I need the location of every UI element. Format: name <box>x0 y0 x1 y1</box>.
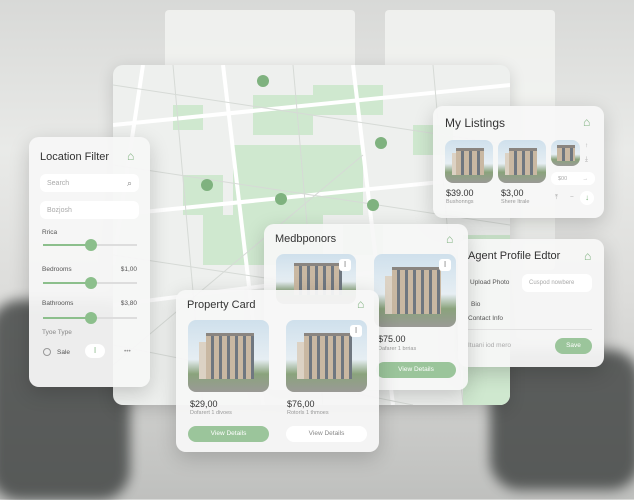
property-image[interactable] <box>188 320 269 392</box>
home-icon[interactable]: ⌂ <box>357 298 369 310</box>
price-slider[interactable] <box>43 239 137 251</box>
listing-price: $39.00 <box>446 188 474 198</box>
listing-image[interactable] <box>551 140 580 166</box>
contact-info-label: Contact Info <box>468 315 504 322</box>
save-button[interactable]: Save <box>555 338 592 354</box>
slider-handle[interactable] <box>85 277 97 289</box>
property-subtitle: Dofarert 1 divoes <box>190 410 232 416</box>
home-icon[interactable]: ⌂ <box>127 150 139 162</box>
sale-label: Sale <box>57 349 71 356</box>
bookmark-icon[interactable]: ǀ <box>339 259 351 271</box>
property-price: $75.00 <box>378 334 406 344</box>
upload-photo-input[interactable]: Cuspod nowbere <box>522 274 592 292</box>
property-price: $29,00 <box>190 399 218 409</box>
minus-icon[interactable]: − <box>570 194 574 201</box>
panel-title: Location Filter <box>40 151 110 163</box>
divider <box>468 329 592 330</box>
footer-text: Ituani iod mero <box>468 342 511 349</box>
home-icon[interactable]: ⌂ <box>584 250 596 262</box>
property-image[interactable]: ǀ <box>286 320 367 392</box>
location-filter-panel: Location Filter ⌂ Search ⌕ Bozjosh Rrica … <box>29 137 150 387</box>
panel-title: Agent Profile Edtor <box>468 250 561 262</box>
agent-profile-panel: Agent Profile Edtor ⌂ Upload Photo Cuspo… <box>458 239 604 367</box>
bookmark-icon[interactable]: ǀ <box>439 259 451 271</box>
my-listings-panel: My Listings ⌂ ↑ ⤓ $00 → $39.00 Bushonngs … <box>433 106 604 218</box>
price-label: Rrica <box>42 229 58 236</box>
property-subtitle: Dafarer 1 brrias <box>378 346 417 352</box>
more-button[interactable]: ••• <box>124 348 131 355</box>
listing-image[interactable] <box>445 140 493 183</box>
property-card-panel: Property Card ⌂ ǀ $29,00 Dofarert 1 divo… <box>176 290 379 452</box>
view-details-button[interactable]: View Details <box>376 362 456 378</box>
panel-title: Medbponors <box>275 233 337 245</box>
search-input[interactable]: Search ⌕ <box>40 174 139 192</box>
view-details-button[interactable]: View Details <box>188 426 269 442</box>
bedrooms-slider[interactable] <box>43 277 137 289</box>
upload-icon[interactable]: ⤒ <box>555 194 558 202</box>
type-toggle[interactable]: ǀ <box>85 344 105 358</box>
bedrooms-label: Bedrooms <box>42 266 72 273</box>
background-chair <box>490 350 634 490</box>
slider-handle[interactable] <box>85 312 97 324</box>
listing-image[interactable] <box>498 140 546 183</box>
listing-subtitle: Shere Itrale <box>501 199 530 205</box>
panel-title: Property Card <box>187 299 256 311</box>
slider-handle[interactable] <box>85 239 97 251</box>
location-input[interactable]: Bozjosh <box>40 201 139 219</box>
add-button[interactable]: ↓ <box>580 191 594 205</box>
home-icon[interactable]: ⌂ <box>583 116 595 128</box>
bathrooms-value: $3,80 <box>120 300 137 307</box>
listing-price: $3,00 <box>501 188 524 198</box>
view-details-button[interactable]: View Details <box>286 426 367 442</box>
download-icon[interactable]: ⤓ <box>585 156 588 164</box>
property-price: $76,00 <box>287 399 315 409</box>
type-label: Tyoe Type <box>42 329 72 336</box>
upload-photo-label: Upload Photo <box>470 279 510 286</box>
arrow-up-icon[interactable]: ↑ <box>585 142 588 149</box>
listing-select[interactable]: $00 → <box>551 172 595 185</box>
bathrooms-slider[interactable] <box>43 312 137 324</box>
property-subtitle: Rotorls 1 thmoes <box>287 410 329 416</box>
panel-title: My Listings <box>445 116 506 130</box>
search-icon: ⌕ <box>126 177 132 188</box>
bathrooms-label: Bathrooms <box>42 300 74 307</box>
bookmark-icon[interactable]: ǀ <box>350 325 362 337</box>
bio-label: Bio <box>471 301 481 308</box>
property-image[interactable]: ǀ <box>374 254 456 327</box>
sale-radio[interactable] <box>43 348 51 356</box>
bedrooms-value: $1,00 <box>120 266 137 273</box>
home-icon[interactable]: ⌂ <box>446 233 458 245</box>
listing-subtitle: Bushonngs <box>446 199 474 205</box>
